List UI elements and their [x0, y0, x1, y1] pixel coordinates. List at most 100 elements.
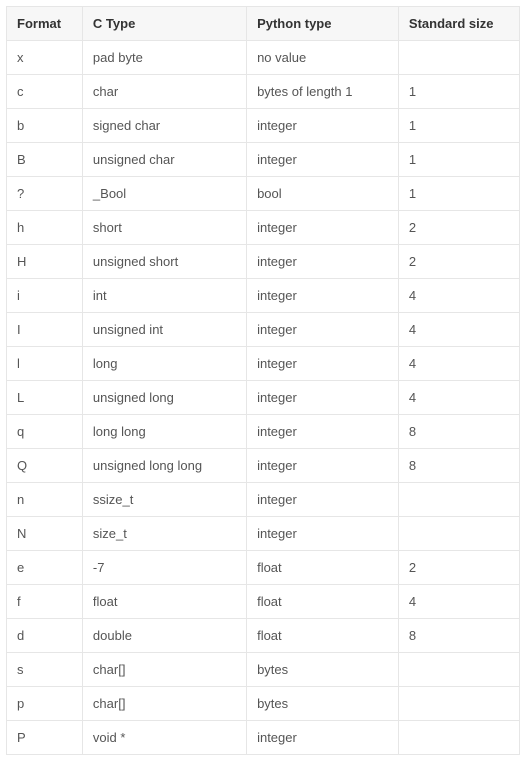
cell-ptype: float: [247, 551, 399, 585]
cell-ctype: unsigned long long: [82, 449, 246, 483]
struct-format-table: Format C Type Python type Standard size …: [6, 6, 520, 755]
cell-size: 1: [398, 143, 519, 177]
cell-ptype: integer: [247, 211, 399, 245]
cell-size: [398, 653, 519, 687]
cell-format: n: [7, 483, 83, 517]
cell-format: I: [7, 313, 83, 347]
cell-ptype: integer: [247, 313, 399, 347]
cell-format: B: [7, 143, 83, 177]
cell-size: [398, 517, 519, 551]
cell-size: 2: [398, 245, 519, 279]
cell-size: 1: [398, 177, 519, 211]
table-row: nssize_tinteger: [7, 483, 520, 517]
cell-ctype: size_t: [82, 517, 246, 551]
table-row: Nsize_tinteger: [7, 517, 520, 551]
cell-ctype: unsigned int: [82, 313, 246, 347]
cell-format: d: [7, 619, 83, 653]
table-row: xpad byteno value: [7, 41, 520, 75]
cell-ptype: integer: [247, 483, 399, 517]
cell-ctype: int: [82, 279, 246, 313]
cell-ctype: char[]: [82, 687, 246, 721]
cell-format: e: [7, 551, 83, 585]
cell-size: [398, 687, 519, 721]
table-body: xpad byteno valueccharbytes of length 11…: [7, 41, 520, 755]
cell-format: N: [7, 517, 83, 551]
cell-ctype: ssize_t: [82, 483, 246, 517]
col-header-format: Format: [7, 7, 83, 41]
cell-format: f: [7, 585, 83, 619]
cell-size: 1: [398, 75, 519, 109]
cell-size: 4: [398, 313, 519, 347]
cell-ctype: char: [82, 75, 246, 109]
cell-size: 4: [398, 347, 519, 381]
table-row: ddoublefloat8: [7, 619, 520, 653]
table-row: Bunsigned charinteger1: [7, 143, 520, 177]
cell-format: i: [7, 279, 83, 313]
cell-ptype: integer: [247, 347, 399, 381]
cell-ptype: integer: [247, 415, 399, 449]
cell-size: [398, 41, 519, 75]
cell-ptype: bool: [247, 177, 399, 211]
cell-ptype: integer: [247, 721, 399, 755]
cell-format: b: [7, 109, 83, 143]
cell-format: h: [7, 211, 83, 245]
cell-format: x: [7, 41, 83, 75]
cell-ptype: float: [247, 585, 399, 619]
table-row: iintinteger4: [7, 279, 520, 313]
col-header-ctype: C Type: [82, 7, 246, 41]
cell-format: P: [7, 721, 83, 755]
cell-ptype: integer: [247, 449, 399, 483]
table-row: ffloatfloat4: [7, 585, 520, 619]
table-row: hshortinteger2: [7, 211, 520, 245]
cell-size: 4: [398, 381, 519, 415]
cell-ctype: float: [82, 585, 246, 619]
cell-ctype: short: [82, 211, 246, 245]
cell-ptype: float: [247, 619, 399, 653]
cell-size: 8: [398, 619, 519, 653]
cell-ptype: integer: [247, 143, 399, 177]
cell-format: l: [7, 347, 83, 381]
cell-ptype: integer: [247, 109, 399, 143]
cell-size: 8: [398, 415, 519, 449]
cell-size: 8: [398, 449, 519, 483]
cell-ctype: signed char: [82, 109, 246, 143]
table-row: Pvoid *integer: [7, 721, 520, 755]
cell-size: 2: [398, 211, 519, 245]
table-row: Qunsigned long longinteger8: [7, 449, 520, 483]
table-header: Format C Type Python type Standard size: [7, 7, 520, 41]
cell-size: [398, 483, 519, 517]
cell-ptype: bytes: [247, 687, 399, 721]
table-container: Format C Type Python type Standard size …: [0, 0, 526, 761]
cell-size: 1: [398, 109, 519, 143]
cell-ctype: long long: [82, 415, 246, 449]
table-row: ?_Boolbool1: [7, 177, 520, 211]
cell-ctype: long: [82, 347, 246, 381]
cell-ptype: no value: [247, 41, 399, 75]
table-row: Lunsigned longinteger4: [7, 381, 520, 415]
cell-ctype: unsigned short: [82, 245, 246, 279]
cell-format: s: [7, 653, 83, 687]
table-row: pchar[]bytes: [7, 687, 520, 721]
cell-format: p: [7, 687, 83, 721]
cell-ptype: integer: [247, 517, 399, 551]
cell-ptype: integer: [247, 279, 399, 313]
cell-format: ?: [7, 177, 83, 211]
cell-format: q: [7, 415, 83, 449]
cell-ctype: unsigned long: [82, 381, 246, 415]
col-header-ptype: Python type: [247, 7, 399, 41]
cell-size: 2: [398, 551, 519, 585]
cell-ptype: integer: [247, 381, 399, 415]
table-row: Hunsigned shortinteger2: [7, 245, 520, 279]
cell-ptype: integer: [247, 245, 399, 279]
table-row: ccharbytes of length 11: [7, 75, 520, 109]
table-row: Iunsigned intinteger4: [7, 313, 520, 347]
cell-ctype: char[]: [82, 653, 246, 687]
cell-ptype: bytes of length 1: [247, 75, 399, 109]
cell-format: Q: [7, 449, 83, 483]
col-header-size: Standard size: [398, 7, 519, 41]
cell-ptype: bytes: [247, 653, 399, 687]
cell-size: 4: [398, 279, 519, 313]
table-row: bsigned charinteger1: [7, 109, 520, 143]
cell-ctype: -7: [82, 551, 246, 585]
table-row: qlong longinteger8: [7, 415, 520, 449]
